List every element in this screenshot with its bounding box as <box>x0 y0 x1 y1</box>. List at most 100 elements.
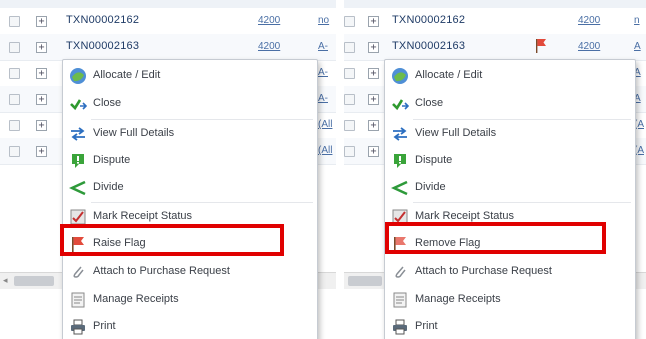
dispute-icon <box>72 154 84 168</box>
allocate-edit-icon <box>70 68 86 84</box>
row-checkbox[interactable] <box>9 42 20 53</box>
expand-toggle-icon[interactable]: + <box>36 146 47 157</box>
divide-icon <box>69 180 86 196</box>
table-row[interactable]: + TXN00002162 4200 no <box>0 8 336 35</box>
row-checkbox[interactable] <box>9 120 20 131</box>
menu-item-label: Manage Receipts <box>415 293 501 305</box>
amount-link[interactable]: 4200 <box>258 15 280 26</box>
menu-item-close[interactable]: Close <box>385 90 635 118</box>
expand-toggle-icon[interactable]: + <box>36 94 47 105</box>
expand-toggle-icon[interactable]: + <box>36 120 47 131</box>
expand-toggle-icon[interactable]: + <box>368 146 379 157</box>
row-checkbox[interactable] <box>9 94 20 105</box>
grid-panel-left: + TXN00002162 4200 no + TXN00002163 4200… <box>0 0 336 339</box>
row-checkbox[interactable] <box>344 146 355 157</box>
menu-item-label: Mark Receipt Status <box>415 210 515 222</box>
expand-toggle-icon[interactable]: + <box>36 68 47 79</box>
context-menu: Allocate / Edit Close View Full Details … <box>62 59 318 339</box>
menu-item-label: Dispute <box>93 154 131 166</box>
row-checkbox[interactable] <box>344 68 355 79</box>
table-row[interactable]: + TXN00002162 4200 n <box>344 8 646 35</box>
expand-toggle-icon[interactable]: + <box>36 42 47 53</box>
column-3-cell[interactable]: A- <box>318 41 336 52</box>
scroll-thumb[interactable] <box>348 276 382 286</box>
row-checkbox[interactable] <box>9 68 20 79</box>
column-3-cell[interactable]: (All <box>318 119 336 130</box>
expand-toggle-icon[interactable]: + <box>368 120 379 131</box>
menu-item-print[interactable]: Print <box>63 313 317 339</box>
view-details-icon <box>71 127 85 141</box>
allocate-edit-icon <box>392 68 408 84</box>
menu-item-view-full-details[interactable]: View Full Details <box>63 120 317 148</box>
expand-toggle-icon[interactable]: + <box>368 16 379 27</box>
row-checkbox[interactable] <box>344 42 355 53</box>
menu-item-dispute[interactable]: Dispute <box>63 147 317 175</box>
paperclip-icon <box>395 266 406 278</box>
menu-item-close[interactable]: Close <box>63 90 317 118</box>
row-checkbox[interactable] <box>344 16 355 27</box>
menu-item-label: Allocate / Edit <box>93 69 161 81</box>
amount-link[interactable]: 4200 <box>578 15 600 26</box>
menu-item-label: Close <box>93 97 122 109</box>
row-checkbox[interactable] <box>344 120 355 131</box>
transaction-id: TXN00002162 <box>66 14 140 26</box>
menu-item-allocate-edit[interactable]: Allocate / Edit <box>63 62 317 90</box>
printer-icon <box>71 319 85 335</box>
menu-item-label: View Full Details <box>415 127 497 139</box>
menu-item-label: Attach to Purchase Request <box>415 265 552 277</box>
menu-item-print[interactable]: Print <box>385 313 635 339</box>
menu-item-divide[interactable]: Divide <box>63 174 317 202</box>
table-row[interactable]: + TXN00002163 4200 A <box>344 34 646 61</box>
menu-item-label: Print <box>93 320 116 332</box>
amount-link[interactable]: 4200 <box>578 41 600 52</box>
menu-item-label: Divide <box>415 181 446 193</box>
menu-item-label: Dispute <box>415 154 453 166</box>
highlight-box-raise-flag <box>60 224 284 256</box>
paperclip-icon <box>73 266 84 278</box>
transaction-id: TXN00002163 <box>66 40 140 52</box>
column-3-cell[interactable]: A- <box>318 93 336 104</box>
receipts-icon <box>393 292 407 308</box>
column-3-cell[interactable]: A- <box>318 67 336 78</box>
view-details-icon <box>393 127 407 141</box>
printer-icon <box>393 319 407 335</box>
menu-item-view-full-details[interactable]: View Full Details <box>385 120 635 148</box>
divide-icon <box>391 180 408 196</box>
menu-item-label: Print <box>415 320 438 332</box>
context-menu: Allocate / Edit Close View Full Details … <box>384 59 636 339</box>
menu-item-label: Divide <box>93 181 124 193</box>
menu-item-label: Attach to Purchase Request <box>93 265 230 277</box>
menu-item-allocate-edit[interactable]: Allocate / Edit <box>385 62 635 90</box>
highlight-box-remove-flag <box>385 222 606 254</box>
expand-toggle-icon[interactable]: + <box>368 42 379 53</box>
menu-item-attach-purchase-request[interactable]: Attach to Purchase Request <box>385 258 635 286</box>
column-3-cell[interactable]: A <box>634 41 646 52</box>
column-3-cell[interactable]: (All <box>318 145 336 156</box>
row-checkbox[interactable] <box>344 94 355 105</box>
menu-item-attach-purchase-request[interactable]: Attach to Purchase Request <box>63 258 317 286</box>
amount-link[interactable]: 4200 <box>258 41 280 52</box>
grid-header-strip <box>344 0 646 8</box>
grid-header-strip <box>0 0 336 8</box>
expand-toggle-icon[interactable]: + <box>36 16 47 27</box>
menu-item-manage-receipts[interactable]: Manage Receipts <box>63 286 317 314</box>
scroll-thumb[interactable] <box>14 276 54 286</box>
menu-item-manage-receipts[interactable]: Manage Receipts <box>385 286 635 314</box>
menu-item-label: Close <box>415 97 444 109</box>
menu-item-divide[interactable]: Divide <box>385 174 635 202</box>
expand-toggle-icon[interactable]: + <box>368 94 379 105</box>
menu-item-label: Manage Receipts <box>93 293 179 305</box>
table-row[interactable]: + TXN00002163 4200 A- <box>0 34 336 61</box>
menu-item-dispute[interactable]: Dispute <box>385 147 635 175</box>
column-3-cell[interactable]: n <box>634 15 646 26</box>
row-checkbox[interactable] <box>9 146 20 157</box>
column-3-cell[interactable]: no <box>318 15 336 26</box>
close-check-icon <box>392 99 409 111</box>
scroll-left-icon[interactable]: ◂ <box>3 275 8 286</box>
row-checkbox[interactable] <box>9 16 20 27</box>
close-check-icon <box>70 99 87 111</box>
expand-toggle-icon[interactable]: + <box>368 68 379 79</box>
receipts-icon <box>71 292 85 308</box>
transaction-id: TXN00002162 <box>392 14 466 26</box>
grid-panel-right: + TXN00002162 4200 n + TXN00002163 4200 … <box>344 0 646 339</box>
